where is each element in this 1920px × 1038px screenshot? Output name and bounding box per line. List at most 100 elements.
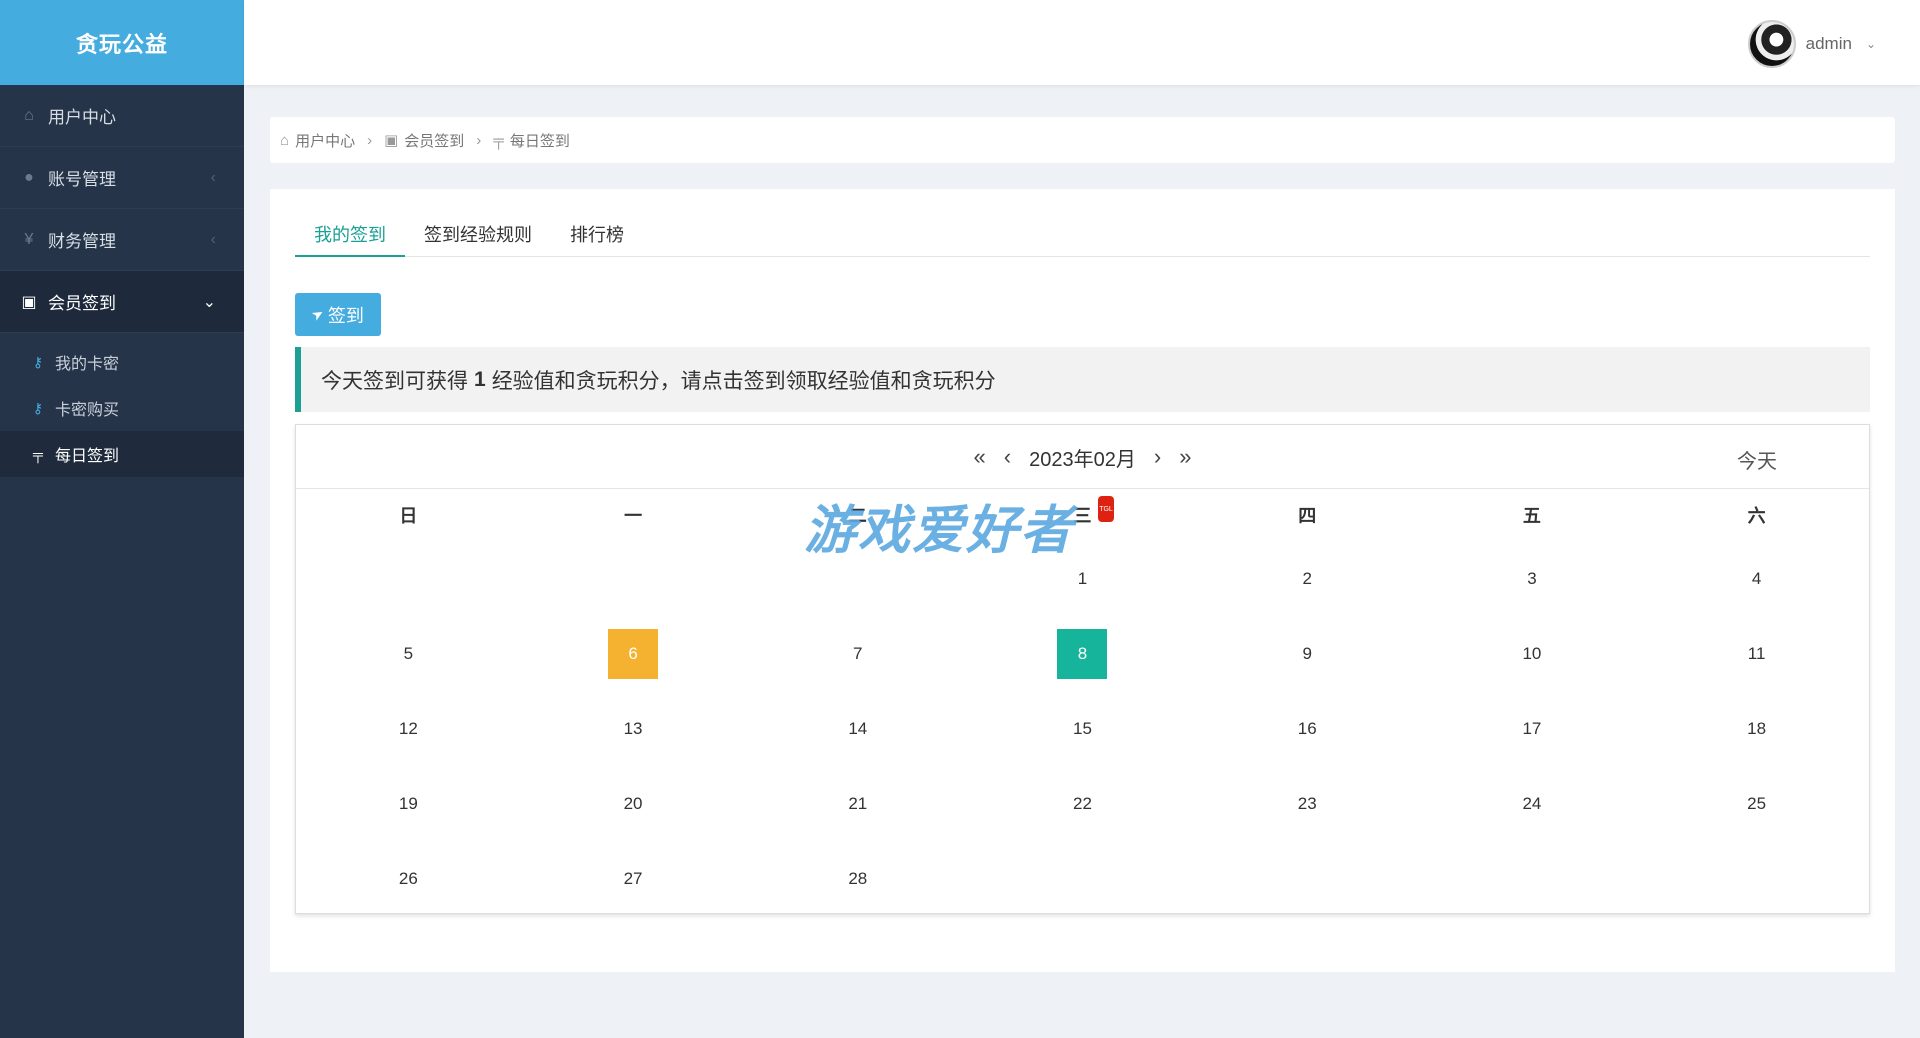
signin-button[interactable]: ➤ 签到 [295, 293, 381, 336]
calendar-day-23[interactable]: 23 [1195, 766, 1420, 841]
next-month-icon[interactable]: › [1154, 444, 1161, 470]
home-icon: ⌂ [280, 131, 290, 149]
weekday-label: 六 [1747, 506, 1766, 526]
signin-button-label: 签到 [327, 305, 364, 326]
calendar-day-number: 24 [1522, 793, 1542, 813]
top-header: admin ⌄ [244, 0, 1920, 85]
calendar-day-number: 10 [1522, 643, 1542, 663]
calendar-day-number: 26 [398, 868, 418, 888]
calendar-day-18[interactable]: 18 [1644, 691, 1869, 766]
calendar-day-number: 8 [1057, 628, 1108, 679]
user-menu[interactable]: admin ⌄ [1747, 20, 1876, 68]
breadcrumb-label: 每日签到 [509, 132, 570, 150]
notice-text-after: 经验值和贪玩积分，请点击签到领取经验值和贪玩积分 [491, 369, 996, 393]
sidebar-subitem-daily-signin[interactable]: ╤ 每日签到 [0, 431, 244, 477]
sidebar-subitem-buy-cards[interactable]: ⚷ 卡密购买 [0, 385, 244, 431]
calendar-day-number: 17 [1522, 718, 1542, 738]
calendar-day-24[interactable]: 24 [1420, 766, 1645, 841]
signin-calendar: « ‹ 2023年02月 › » 今天 日 一 二 三 四 五 六 12 3 4 5 6… [295, 424, 1870, 914]
chevron-down-icon: ⌄ [202, 293, 216, 311]
calendar-day-number: 7 [853, 643, 863, 663]
weekday-label: 四 [1298, 506, 1317, 526]
calendar-day-number: 27 [623, 868, 643, 888]
calendar-day-number: 5 [403, 643, 414, 663]
calendar-day-8[interactable]: 8 [970, 616, 1195, 691]
sidebar-item-member-signin[interactable]: ▣ 会员签到 ⌄ [0, 271, 244, 333]
prev-month-icon[interactable]: ‹ [1004, 444, 1011, 470]
sidebar-item-account[interactable]: ● 账号管理 ‹ [0, 147, 244, 209]
calendar-day-19[interactable]: 19 [296, 766, 521, 841]
sidebar-subitem-my-cards[interactable]: ⚷ 我的卡密 [0, 339, 244, 385]
calendar-day-6[interactable]: 6 [521, 616, 746, 691]
calendar-day-7[interactable]: 7 [745, 616, 970, 691]
tab-my-signin[interactable]: 我的签到 [295, 223, 405, 257]
calendar-day-number: 20 [623, 793, 643, 813]
sidebar-item-label: 账号管理 [48, 170, 116, 189]
calendar-day-25[interactable]: 25 [1644, 766, 1869, 841]
key-icon: ⚷ [32, 353, 44, 370]
calendar-day-number: 2 [1302, 568, 1312, 588]
calendar-day-number: 23 [1297, 793, 1317, 813]
calendar-day-number: 28 [848, 868, 868, 888]
tab-leaderboard[interactable]: 排行榜 [551, 223, 643, 257]
user-icon: ● [24, 168, 34, 186]
calendar-day-17[interactable]: 17 [1420, 691, 1645, 766]
calendar-day-number: 15 [1073, 718, 1092, 738]
calendar-day-26[interactable]: 26 [296, 841, 521, 916]
today-button[interactable]: 今天 [1737, 445, 1777, 474]
calendar-day-number: 14 [848, 718, 868, 738]
watermark-logo: 游戏爱好者 [804, 500, 1075, 561]
calendar-day-5[interactable]: 5 [296, 616, 521, 691]
sidebar: 贪玩公益 ⌂ 用户中心 ● 账号管理 ‹ ¥ 财务管理 ‹ ▣ 会员签到 ⌄ ⚷… [0, 0, 244, 1038]
breadcrumb-item-user-center[interactable]: ⌂ 用户中心 [280, 130, 355, 151]
home-icon: ⌂ [24, 106, 34, 124]
tab-bar: 我的签到 签到经验规则 排行榜 [295, 223, 1870, 257]
next-year-icon[interactable]: » [1179, 444, 1191, 470]
calendar-day-10[interactable]: 10 [1420, 616, 1645, 691]
calendar-header: « ‹ 2023年02月 › » 今天 [296, 425, 1869, 489]
calendar-day-21[interactable]: 21 [745, 766, 970, 841]
calendar-day-number: 22 [1073, 793, 1092, 813]
calendar-nav: « ‹ 2023年02月 › » [296, 425, 1869, 489]
sidebar-item-user-center[interactable]: ⌂ 用户中心 [0, 85, 244, 147]
calendar-day-15[interactable]: 15 [970, 691, 1195, 766]
calendar-day-16[interactable]: 16 [1195, 691, 1420, 766]
calendar-day-number: 19 [398, 793, 418, 813]
main-panel: 我的签到 签到经验规则 排行榜 ➤ 签到 今天签到可获得 1 经验值和贪玩积分，… [270, 189, 1895, 972]
sidebar-item-finance[interactable]: ¥ 财务管理 ‹ [0, 209, 244, 271]
calendar-weekdays: 日 一 二 三 四 五 六 [296, 489, 1869, 541]
username[interactable]: admin [1806, 34, 1852, 54]
chevron-down-icon: ⌄ [1865, 37, 1876, 51]
calendar-check-icon: ▣ [21, 293, 37, 311]
calendar-day-28[interactable]: 28 [745, 841, 970, 916]
calendar-day-20[interactable]: 20 [521, 766, 746, 841]
calendar-day-2[interactable]: 2 [1195, 541, 1420, 616]
calendar-check-icon: ▣ [384, 132, 399, 149]
calendar-day-22[interactable]: 22 [970, 766, 1195, 841]
calendar-day-13[interactable]: 13 [521, 691, 746, 766]
sidebar-item-label: 会员签到 [48, 294, 116, 313]
signpost-icon: ╤ [493, 131, 504, 149]
calendar-day-11[interactable]: 11 [1644, 616, 1869, 691]
calendar-blank-cell [296, 541, 521, 616]
breadcrumb-item-member-signin[interactable]: ▣ 会员签到 [384, 130, 464, 151]
calendar-day-12[interactable]: 12 [296, 691, 521, 766]
calendar-day-9[interactable]: 9 [1195, 616, 1420, 691]
calendar-day-number: 9 [1302, 643, 1312, 663]
calendar-day-27[interactable]: 27 [521, 841, 746, 916]
calendar-month-label[interactable]: 2023年02月 [1029, 443, 1136, 472]
breadcrumb-label: 会员签到 [404, 132, 465, 150]
calendar-day-14[interactable]: 14 [745, 691, 970, 766]
notice-value: 1 [474, 367, 486, 391]
signpost-icon: ╤ [33, 446, 43, 462]
calendar-day-4[interactable]: 4 [1644, 541, 1869, 616]
avatar[interactable] [1747, 20, 1796, 68]
calendar-day-number: 18 [1747, 718, 1767, 738]
tab-signin-rules[interactable]: 签到经验规则 [405, 223, 551, 257]
calendar-day-number: 4 [1751, 568, 1762, 588]
sidebar-submenu: ⚷ 我的卡密 ⚷ 卡密购买 ╤ 每日签到 [0, 333, 244, 483]
calendar-day-number: 3 [1527, 568, 1537, 588]
calendar-day-3[interactable]: 3 [1420, 541, 1645, 616]
app-logo[interactable]: 贪玩公益 [0, 0, 244, 85]
prev-year-icon[interactable]: « [974, 444, 986, 470]
